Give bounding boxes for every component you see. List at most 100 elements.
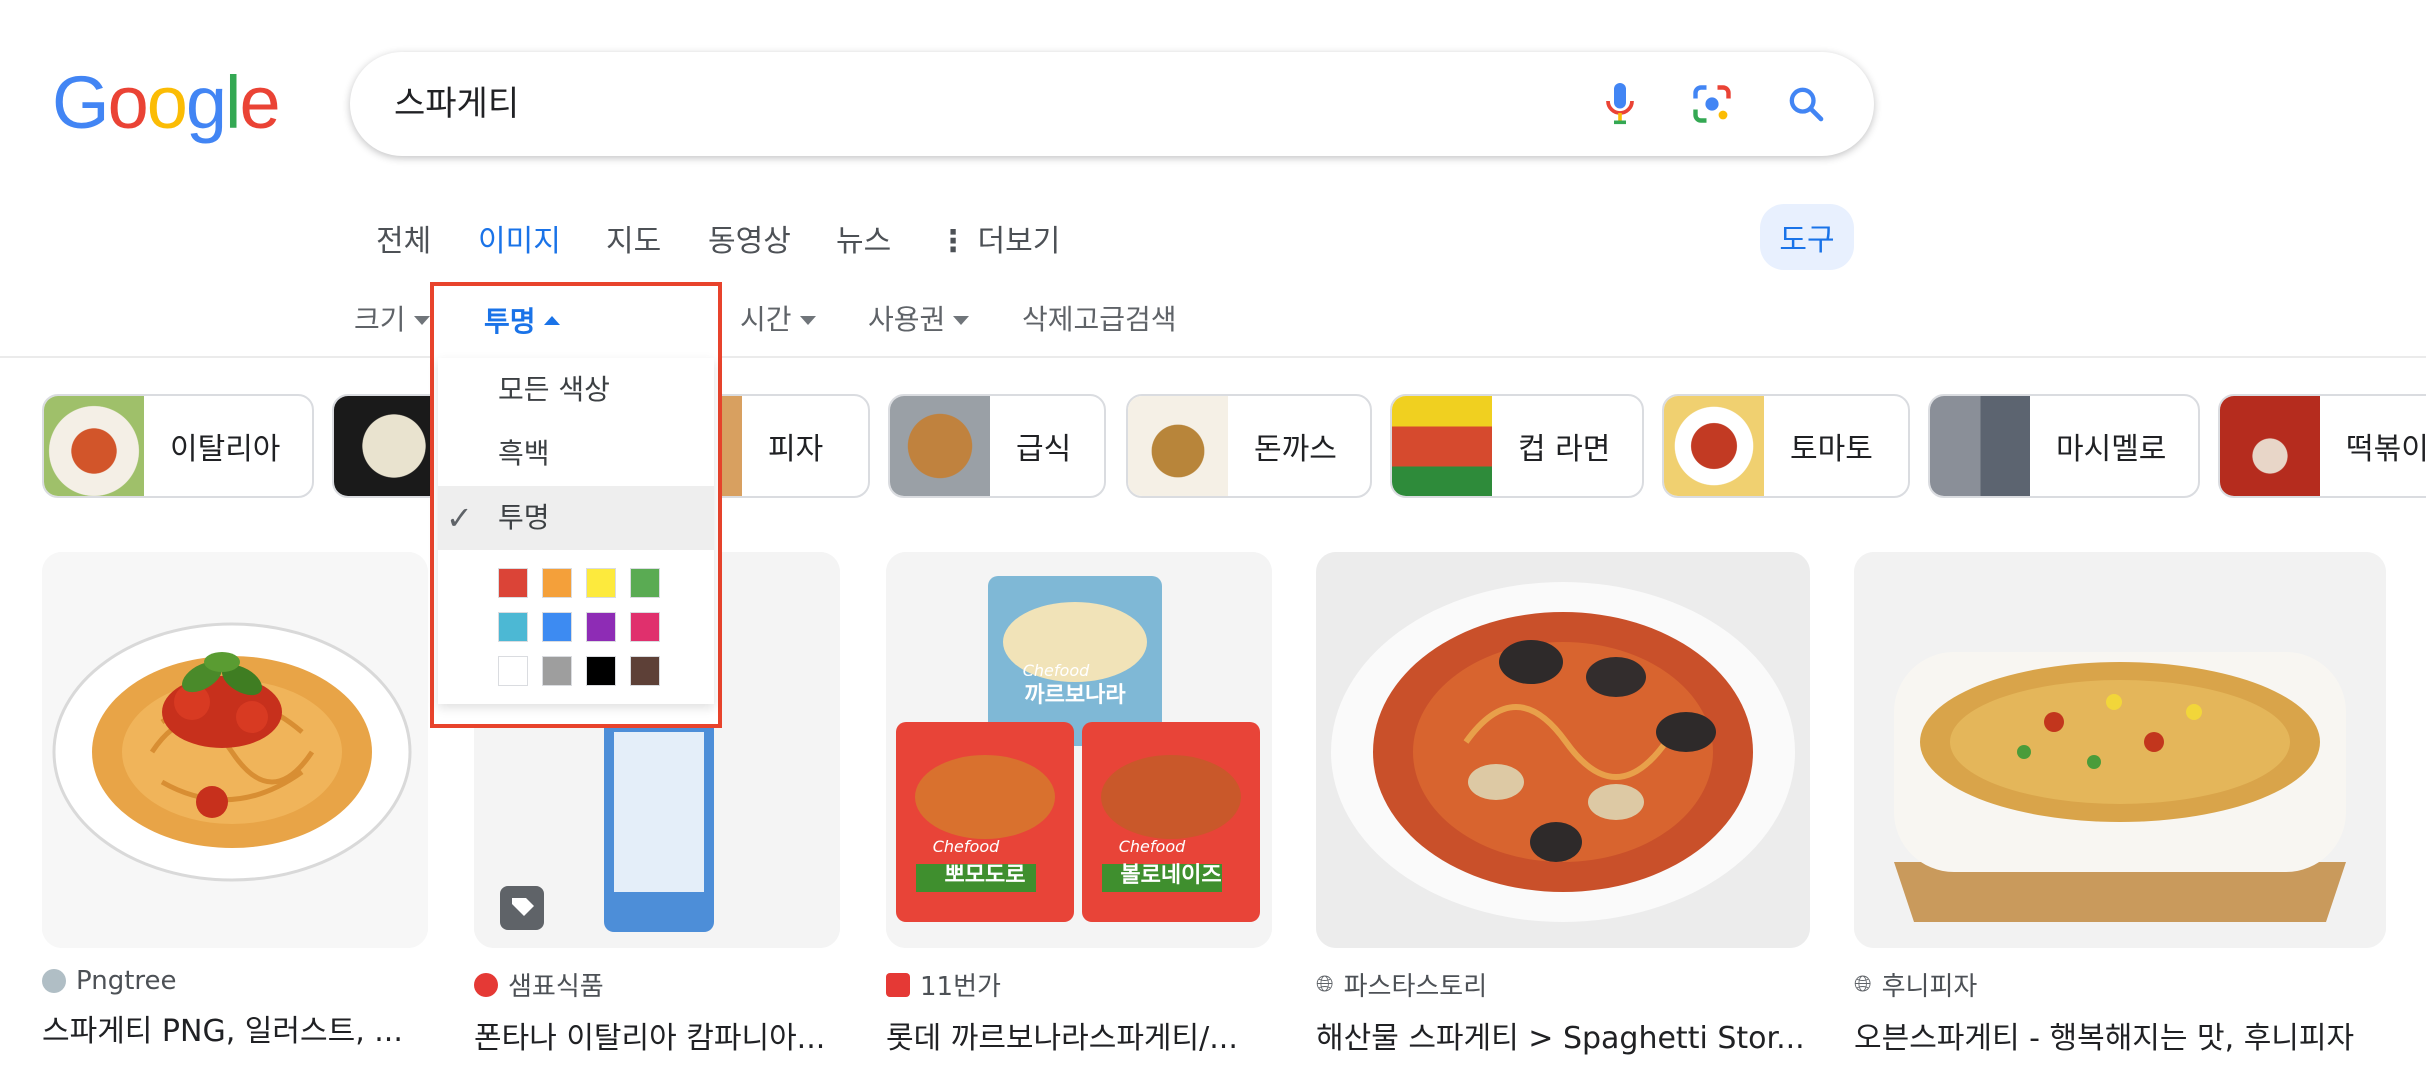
swatch-gray[interactable]	[542, 656, 572, 686]
result-card[interactable]: Pngtree 스파게티 PNG, 일러스트, ...	[42, 552, 428, 1050]
chip-label: 컵 라면	[1518, 432, 1611, 467]
chip-label: 이탈리아	[170, 432, 281, 467]
result-source-name: Pngtree	[76, 966, 177, 996]
result-card[interactable]: 🌐︎ 파스타스토리 해산물 스파게티 > Spaghetti Stor...	[1316, 552, 1810, 1057]
chip-tteokbokki[interactable]: 떡볶이	[2218, 394, 2426, 498]
google-logo[interactable]: Google	[52, 60, 281, 145]
chip-thumbnail	[1128, 396, 1228, 496]
chip-italy[interactable]: 이탈리아	[42, 394, 314, 498]
logo-letter: G	[52, 61, 110, 144]
color-filter-dropdown: 투명 모든 색상 흑백 ✓ 투명	[430, 282, 722, 728]
swatch-pink[interactable]	[630, 612, 660, 642]
swatch-yellow[interactable]	[586, 568, 616, 598]
chip-thumbnail	[1664, 396, 1764, 496]
filter-advanced-search[interactable]: 삭제고급검색	[1022, 298, 1177, 338]
filter-advanced-search-label: 삭제고급검색	[1022, 303, 1177, 336]
chip-thumbnail	[44, 396, 144, 496]
swatch-green[interactable]	[630, 568, 660, 598]
search-box[interactable]	[350, 52, 1874, 156]
filter-size-label: 크기	[354, 303, 406, 336]
chip-thumbnail	[2220, 396, 2320, 496]
chip-thumbnail	[890, 396, 990, 496]
globe-icon: 🌐︎	[1854, 972, 1872, 997]
chip-label: 토마토	[1790, 432, 1873, 467]
swatch-purple[interactable]	[586, 612, 616, 642]
logo-letter: l	[225, 61, 242, 144]
result-source[interactable]: 🌐︎ 파스타스토리	[1316, 966, 1810, 1003]
filter-color[interactable]: 투명	[484, 300, 560, 340]
brand-label: Chefood	[1023, 661, 1090, 680]
result-image[interactable]	[42, 552, 428, 948]
option-any-color[interactable]: 모든 색상	[438, 358, 714, 422]
chevron-up-icon	[543, 315, 560, 325]
logo-letter: o	[107, 61, 149, 144]
swatch-teal[interactable]	[498, 612, 528, 642]
tab-all[interactable]: 전체	[376, 216, 431, 260]
swatch-blue[interactable]	[542, 612, 572, 642]
color-swatches	[438, 550, 714, 704]
result-card[interactable]: 까르보나라 뽀모도로 볼로네이즈 Chefood Chefood Chefood…	[886, 552, 1272, 1057]
result-title[interactable]: 폰타나 이탈리아 캄파니아...	[474, 1013, 840, 1057]
result-source-name: 11번가	[920, 972, 1001, 1002]
result-source[interactable]: 11번가	[886, 966, 1272, 1003]
search-icon[interactable]	[1782, 80, 1830, 128]
tab-news[interactable]: 뉴스	[836, 216, 891, 260]
chip-label: 마시멜로	[2056, 432, 2167, 467]
product-label: 까르보나라	[1024, 683, 1126, 708]
swatch-orange[interactable]	[542, 568, 572, 598]
filter-usage-rights[interactable]: 사용권	[868, 298, 970, 338]
swatch-red[interactable]	[498, 568, 528, 598]
result-card[interactable]: 🌐︎ 후니피자 오븐스파게티 - 행복해지는 맛, 후니피자	[1854, 552, 2386, 1057]
brand-label: Chefood	[933, 837, 1000, 856]
swatch-brown[interactable]	[630, 656, 660, 686]
chip-label: 피자	[768, 432, 824, 467]
result-source[interactable]: Pngtree	[42, 966, 428, 996]
result-source-name: 후니피자	[1881, 972, 1978, 1002]
chip-label: 돈까스	[1254, 432, 1337, 467]
result-source[interactable]: 샘표식품	[474, 966, 840, 1003]
filter-time[interactable]: 시간	[740, 298, 816, 338]
chip-thumbnail	[1392, 396, 1492, 496]
chip-marshmallow[interactable]: 마시멜로	[1928, 394, 2200, 498]
chevron-down-icon	[799, 315, 816, 325]
filter-usage-rights-label: 사용권	[868, 303, 946, 336]
logo-letter: e	[239, 61, 280, 144]
chip-thumbnail	[1930, 396, 2030, 496]
result-image[interactable]	[1316, 552, 1810, 948]
chip-pizza[interactable]: 피자	[700, 394, 870, 498]
result-title[interactable]: 오븐스파게티 - 행복해지는 맛, 후니피자	[1854, 1013, 2386, 1057]
chip-cup-ramen[interactable]: 컵 라면	[1390, 394, 1644, 498]
site-favicon-icon	[886, 972, 910, 997]
site-favicon-icon	[474, 972, 498, 997]
search-input[interactable]	[394, 52, 1494, 156]
option-black-and-white[interactable]: 흑백	[438, 422, 714, 486]
chip-thumbnail	[334, 396, 434, 496]
tools-button[interactable]: 도구	[1760, 204, 1854, 270]
result-source-name: 샘표식품	[508, 972, 604, 1002]
swatch-black[interactable]	[586, 656, 616, 686]
filter-size[interactable]: 크기	[354, 298, 430, 338]
color-menu: 모든 색상 흑백 ✓ 투명	[438, 358, 714, 704]
brand-label: Chefood	[1119, 837, 1186, 856]
camera-lens-icon[interactable]	[1688, 80, 1736, 128]
mic-icon[interactable]	[1596, 80, 1644, 128]
result-title[interactable]: 스파게티 PNG, 일러스트, ...	[42, 1006, 428, 1050]
chevron-down-icon	[953, 315, 970, 325]
result-image[interactable]	[1854, 552, 2386, 948]
tab-videos[interactable]: 동영상	[708, 216, 791, 260]
chip-school-meal[interactable]: 급식	[888, 394, 1106, 498]
more-vert-icon: ⋮	[938, 224, 968, 259]
swatch-white[interactable]	[498, 656, 528, 686]
tab-more[interactable]: ⋮ 더보기	[938, 216, 1060, 260]
chip-tonkatsu[interactable]: 돈까스	[1126, 394, 1372, 498]
result-source-name: 파스타스토리	[1343, 972, 1488, 1002]
product-label: 볼로네이즈	[1120, 863, 1221, 888]
option-transparent[interactable]: ✓ 투명	[438, 486, 714, 550]
result-source[interactable]: 🌐︎ 후니피자	[1854, 966, 2386, 1003]
tab-images[interactable]: 이미지	[478, 216, 561, 260]
result-title[interactable]: 롯데 까르보나라스파게티/...	[886, 1013, 1272, 1057]
result-image[interactable]: 까르보나라 뽀모도로 볼로네이즈 Chefood Chefood Chefood	[886, 552, 1272, 948]
tab-maps[interactable]: 지도	[606, 216, 661, 260]
result-title[interactable]: 해산물 스파게티 > Spaghetti Stor...	[1316, 1013, 1810, 1057]
chip-tomato[interactable]: 토마토	[1662, 394, 1910, 498]
